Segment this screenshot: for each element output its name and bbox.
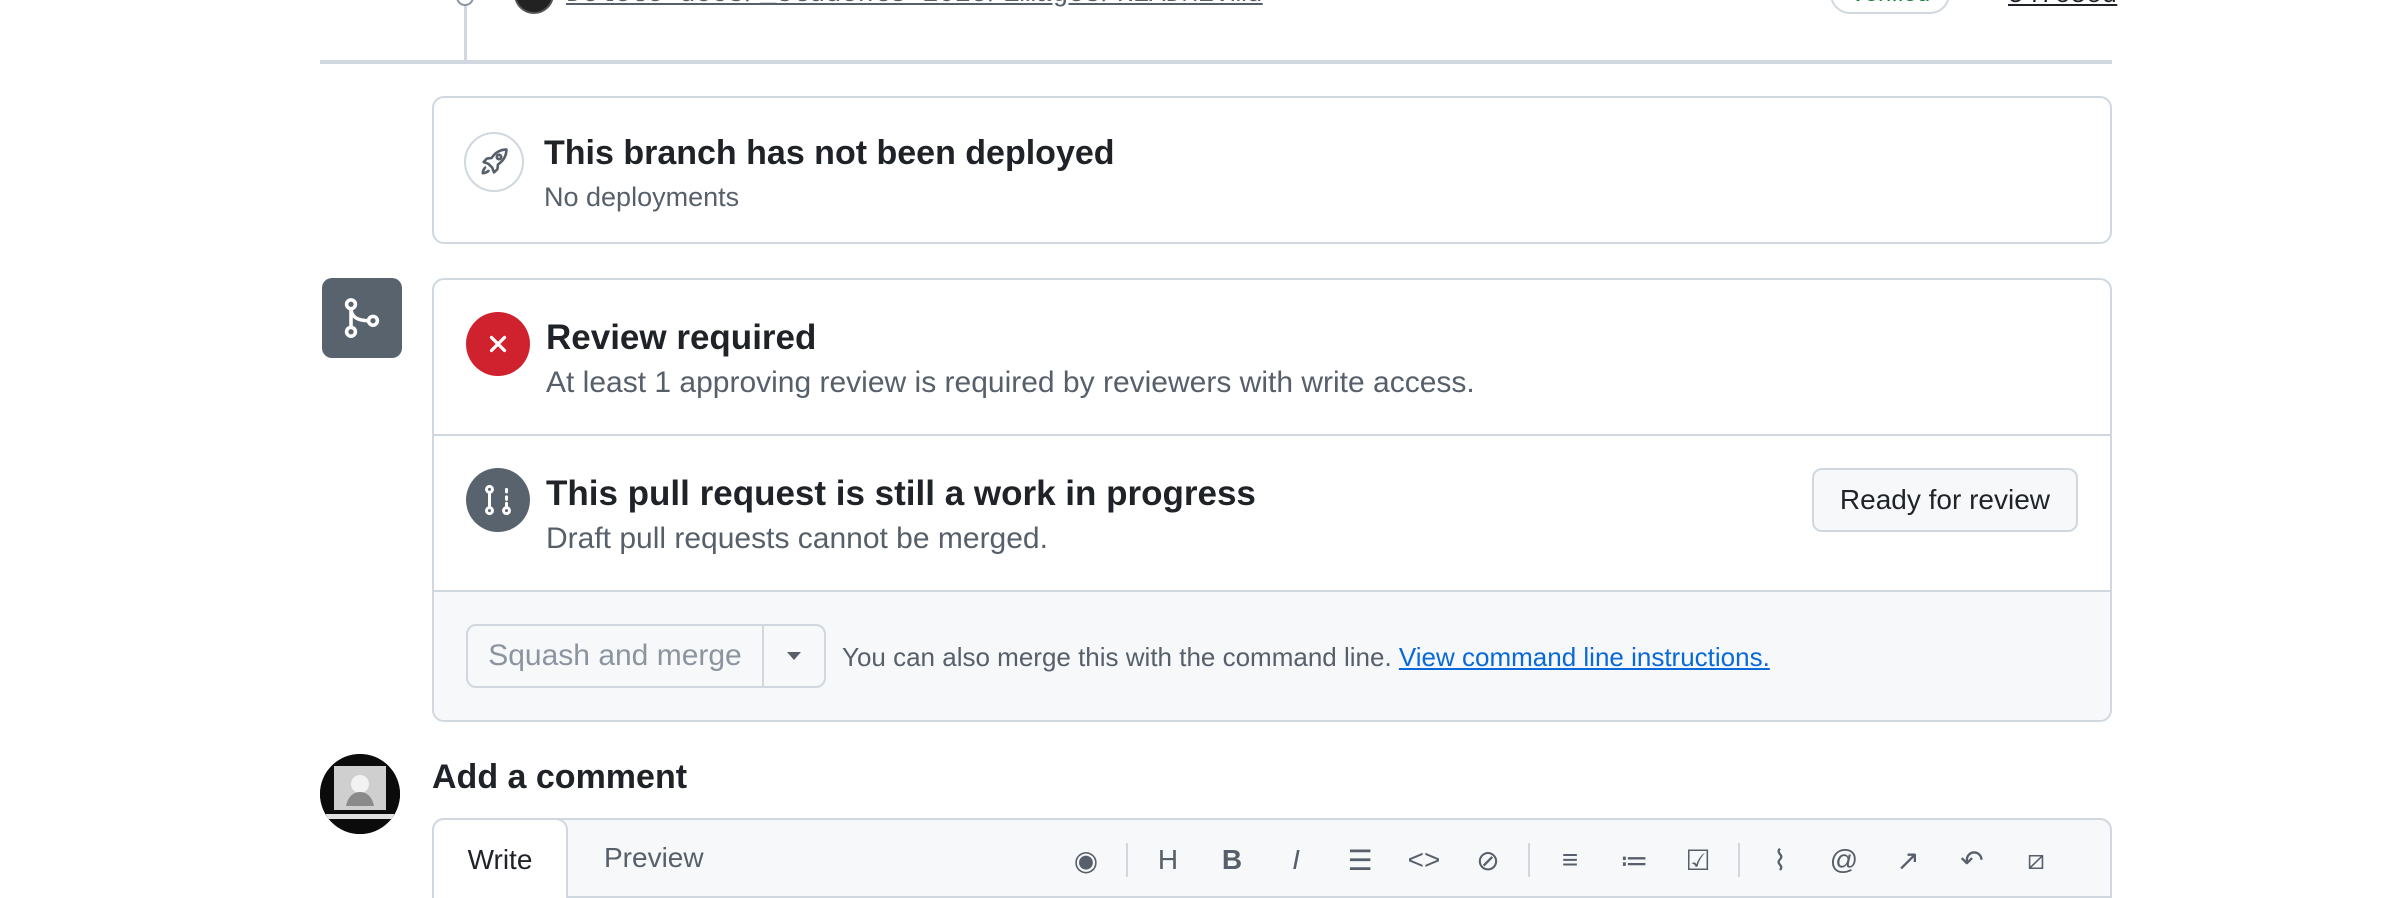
deployment-title: This branch has not been deployed (544, 134, 1115, 172)
toolbar-divider (1528, 843, 1530, 877)
command-line-text: You can also merge this with the command… (842, 642, 1392, 672)
deployment-status-box: This branch has not been deployed No dep… (432, 96, 2112, 244)
task-list-icon[interactable]: ☑ (1666, 840, 1730, 880)
tab-write[interactable]: Write (432, 818, 568, 898)
review-required-row: Review required At least 1 approving rev… (434, 280, 2110, 436)
verified-badge[interactable]: Verified (1830, 0, 1951, 14)
copilot-icon[interactable]: ◉ (1054, 840, 1118, 880)
quote-icon[interactable]: ☰ (1328, 840, 1392, 880)
link-icon[interactable]: ⊘ (1456, 840, 1520, 880)
avatar[interactable] (320, 754, 400, 834)
add-comment-heading: Add a comment (432, 758, 688, 796)
merge-method-dropdown[interactable] (762, 624, 826, 688)
draft-pr-icon (466, 468, 530, 532)
slash-command-icon[interactable]: ⧄ (2004, 840, 2068, 880)
timeline-dot (456, 0, 474, 6)
code-icon[interactable]: <> (1392, 840, 1456, 880)
commit-author-avatar[interactable] (514, 0, 554, 14)
commit-message[interactable]: Delete docs/_students-2025/images/README… (566, 0, 1263, 10)
deployment-subtitle: No deployments (544, 182, 740, 212)
command-line-instructions-link[interactable]: View command line instructions. (1399, 642, 1770, 672)
commit-sha[interactable]: 547e8ed (2008, 0, 2117, 10)
review-required-title: Review required (546, 318, 817, 357)
ordered-list-icon[interactable]: ≡ (1538, 840, 1602, 880)
merge-action-row: Squash and merge You can also merge this… (434, 592, 2110, 720)
git-merge-icon (322, 278, 402, 358)
ready-for-review-button[interactable]: Ready for review (1811, 468, 2078, 532)
squash-and-merge-button[interactable]: Squash and merge (466, 624, 764, 688)
reference-icon[interactable]: ↗ (1876, 840, 1940, 880)
markdown-toolbar: ◉ H B I ☰ <> ⊘ ≡ ≔ ☑ ⌇ @ ↗ ↶ ⧄ (1054, 840, 2068, 880)
heading-icon[interactable]: H (1136, 840, 1200, 880)
draft-status-row: This pull request is still a work in pro… (434, 436, 2110, 592)
comment-editor: Write Preview ◉ H B I ☰ <> ⊘ ≡ ≔ ☑ ⌇ @ ↗… (432, 818, 2112, 898)
unordered-list-icon[interactable]: ≔ (1602, 840, 1666, 880)
bold-icon[interactable]: B (1200, 840, 1264, 880)
timeline-divider (320, 60, 2112, 64)
timeline-line (464, 0, 467, 60)
review-required-subtitle: At least 1 approving review is required … (546, 366, 1475, 399)
x-icon (466, 312, 530, 376)
triangle-down-icon (787, 652, 801, 660)
undo-icon[interactable]: ↶ (1940, 840, 2004, 880)
draft-title: This pull request is still a work in pro… (546, 474, 1256, 513)
attach-icon[interactable]: ⌇ (1748, 840, 1812, 880)
merge-status-box: Review required At least 1 approving rev… (432, 278, 2112, 722)
command-line-hint: You can also merge this with the command… (842, 642, 1770, 673)
toolbar-divider (1738, 843, 1740, 877)
toolbar-divider (1126, 843, 1128, 877)
draft-subtitle: Draft pull requests cannot be merged. (546, 522, 1048, 555)
rocket-icon (464, 132, 524, 192)
mention-icon[interactable]: @ (1812, 840, 1876, 880)
tab-preview[interactable]: Preview (604, 842, 704, 874)
italic-icon[interactable]: I (1264, 840, 1328, 880)
